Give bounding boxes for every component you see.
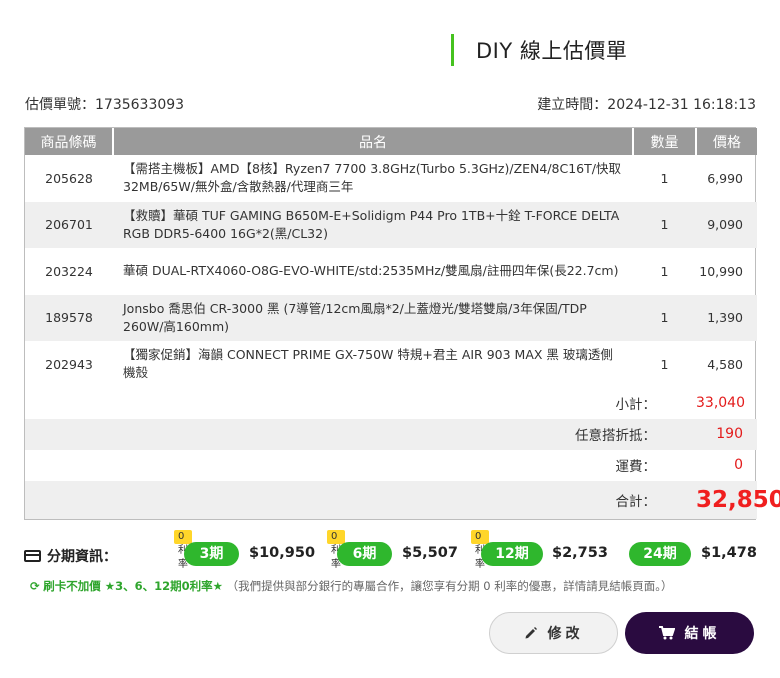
note-text: （我們提供與部分銀行的專屬合作，讓您享有分期 0 利率的優惠，詳情請見結帳頁面。… <box>226 579 673 593</box>
pencil-icon <box>525 627 537 639</box>
item-code: 206701 <box>25 201 113 248</box>
item-code: 205628 <box>45 170 93 186</box>
header-qty: 數量 <box>633 128 697 155</box>
shipping-value: 0 <box>734 457 743 473</box>
credit-card-icon <box>24 550 41 562</box>
installment-label: 分期資訊： <box>24 546 117 566</box>
shipping-row: 運費： 0 <box>25 450 757 481</box>
installment-section: 分期資訊： 0利率 3期 $10,950 0利率 6期 $5,507 0利率 1… <box>24 530 757 580</box>
table-row: 202943 【獨家促銷】海韻 CONNECT PRIME GX-750W 特規… <box>25 341 757 388</box>
item-price: 10,990 <box>699 263 743 279</box>
checkout-button-label: 結帳 <box>684 626 721 642</box>
installment-amount: $10,950 <box>249 545 316 561</box>
created-time: 建立時間：2024-12-31 16:18:13 <box>537 97 756 113</box>
title-accent-bar <box>451 34 454 66</box>
item-price: 6,990 <box>707 170 743 186</box>
refresh-icon: ⟳ <box>30 579 40 593</box>
discount-value: 190 <box>696 418 757 450</box>
item-name: 【需搭主機板】AMD【8核】Ryzen7 7700 3.8GHz(Turbo 5… <box>123 161 621 195</box>
installment-term-pill: 24期 <box>629 542 691 566</box>
item-name: 【獨家促銷】海韻 CONNECT PRIME GX-750W 特規+君主 AIR… <box>123 347 613 381</box>
installment-term-pill: 12期 <box>481 542 543 566</box>
total-row: 合計： 32,850 <box>25 480 780 519</box>
table-header-row: 商品條碼 品名 數量 價格 <box>25 128 757 155</box>
installment-term-pill: 3期 <box>184 542 239 566</box>
item-name: Jonsbo 喬思伯 CR-3000 黑 (7導管/12cm風扇*2/上蓋燈光/… <box>113 294 633 341</box>
installment-term-pill: 6期 <box>337 542 392 566</box>
item-price: 1,390 <box>696 294 757 341</box>
item-name: 【救贖】華碩 TUF GAMING B650M-E+Solidigm P44 P… <box>113 201 633 248</box>
discount-label: 任意搭折抵： <box>25 418 696 450</box>
edit-button[interactable]: 修改 <box>489 612 618 654</box>
header-name: 品名 <box>113 128 634 155</box>
zero-rate-badge: 0利率 <box>327 530 345 570</box>
header-price: 價格 <box>696 128 757 155</box>
item-qty: 1 <box>633 294 696 341</box>
table-row: 189578 Jonsbo 喬思伯 CR-3000 黑 (7導管/12cm風扇*… <box>25 294 757 341</box>
item-code: 189578 <box>25 294 113 341</box>
note-highlight: 刷卡不加價 ★3、6、12期0利率★ <box>43 579 223 593</box>
item-price: 9,090 <box>696 201 757 248</box>
item-price: 4,580 <box>707 356 743 372</box>
zero-rate-badge: 0利率 <box>471 530 489 570</box>
item-qty: 1 <box>660 263 669 279</box>
item-qty: 1 <box>660 356 669 372</box>
zero-rate-badge: 0利率 <box>174 530 192 570</box>
item-code: 203224 <box>45 263 93 279</box>
table-row: 205628 【需搭主機板】AMD【8核】Ryzen7 7700 3.8GHz(… <box>25 155 757 202</box>
cart-icon <box>658 626 675 640</box>
quote-number: 估價單號：1735633093 <box>25 97 185 113</box>
quote-table: 商品條碼 品名 數量 價格 205628 【需搭主機板】AMD【8核】Ryzen… <box>24 127 780 520</box>
page-header: DIY 線上估價單 <box>451 34 627 66</box>
discount-row: 任意搭折抵： 190 <box>25 418 757 450</box>
subtotal-label: 小計： <box>615 397 657 413</box>
installment-amount: $1,478 <box>701 545 757 561</box>
item-name: 華碩 DUAL-RTX4060-O8G-EVO-WHITE/std:2535MH… <box>123 263 619 279</box>
checkout-button[interactable]: 結帳 <box>625 612 754 654</box>
subtotal-row: 小計： 33,040 <box>25 388 757 419</box>
page-title: DIY 線上估價單 <box>476 39 628 63</box>
table-row: 206701 【救贖】華碩 TUF GAMING B650M-E+Solidig… <box>25 201 757 248</box>
total-label: 合計： <box>25 480 696 519</box>
item-code: 202943 <box>45 356 93 372</box>
header-code: 商品條碼 <box>25 128 114 155</box>
shipping-label: 運費： <box>615 459 657 475</box>
subtotal-value: 33,040 <box>696 395 745 411</box>
installment-note: ⟳ 刷卡不加價 ★3、6、12期0利率★ （我們提供與部分銀行的專屬合作，讓您享… <box>30 578 672 594</box>
installment-label-text: 分期資訊： <box>47 549 117 565</box>
item-qty: 1 <box>660 170 669 186</box>
installment-amount: $5,507 <box>402 545 458 561</box>
total-value: 32,850 <box>696 480 780 519</box>
installment-amount: $2,753 <box>552 545 608 561</box>
edit-button-label: 修改 <box>547 626 584 642</box>
item-qty: 1 <box>633 201 696 248</box>
table-row: 203224 華碩 DUAL-RTX4060-O8G-EVO-WHITE/std… <box>25 248 757 295</box>
